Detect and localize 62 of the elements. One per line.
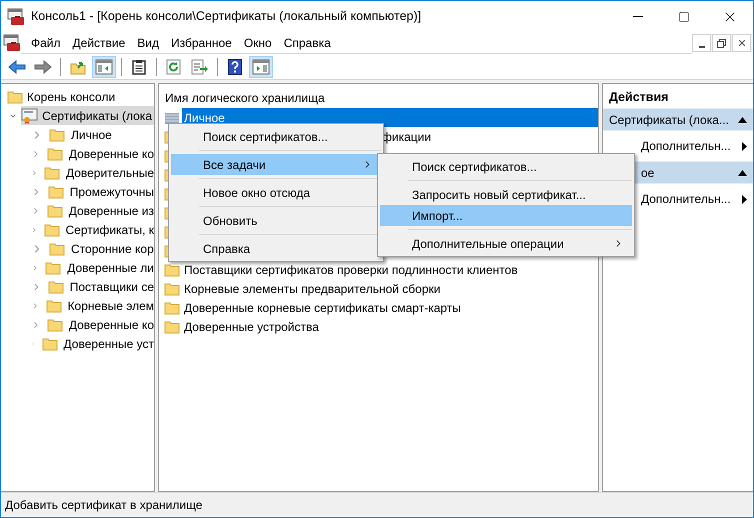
actions-section-header[interactable]: Сертификаты (лока... <box>603 108 753 131</box>
help-icon <box>228 58 242 74</box>
menu-item[interactable]: Обновить <box>171 210 381 231</box>
menu-item[interactable]: Импорт... <box>380 205 632 226</box>
restore-icon <box>717 38 726 48</box>
tree-item[interactable]: Сторонние кор <box>71 240 154 258</box>
tree-item[interactable]: Доверенные ли <box>67 258 154 276</box>
certificate-icon <box>21 108 40 124</box>
minimize-icon <box>698 46 704 48</box>
tree-item[interactable]: Доверенные ко <box>68 316 154 334</box>
mdi-minimize-button[interactable] <box>692 34 711 52</box>
menu-item[interactable]: Новое окно отсюда <box>171 182 381 203</box>
tree-item[interactable]: Сертификаты, к <box>66 220 154 238</box>
collapse-triangle-icon <box>738 116 747 122</box>
console-tree-icon <box>95 58 113 74</box>
tree-item[interactable]: Доверительные <box>66 164 154 182</box>
console-app-icon <box>7 8 25 26</box>
clipboard-icon <box>132 58 146 74</box>
tree-item[interactable]: Доверенные ко <box>68 144 154 162</box>
actions-title: Действия <box>608 88 670 106</box>
menu-item[interactable]: Справка <box>171 238 381 259</box>
menu-bar-item[interactable]: Файл <box>25 34 67 52</box>
list-row[interactable]: Доверенные устройства <box>182 317 598 336</box>
mdi-restore-button[interactable] <box>712 34 731 52</box>
submenu-triangle-icon <box>742 194 747 204</box>
tree-item[interactable]: Сертификаты (лока <box>21 106 154 125</box>
tree-item[interactable]: Личное <box>71 126 112 144</box>
tree-item[interactable]: Корневые элем <box>68 296 154 314</box>
export-list-icon <box>191 58 209 74</box>
tree-item[interactable]: Корень консоли <box>27 88 116 106</box>
list-row[interactable]: Личное <box>182 108 598 127</box>
menu-bar-item[interactable]: Справка <box>278 34 337 52</box>
window-title: Консоль1 - [Корень консоли\Сертификаты (локальный компьютер)] <box>31 8 422 26</box>
menu-bar-item[interactable]: Действие <box>66 34 132 52</box>
toolbar-button[interactable] <box>92 56 116 78</box>
toolbar-button[interactable] <box>249 56 273 78</box>
submenu-triangle-icon <box>742 142 747 150</box>
menu-item[interactable]: Дополнительные операции <box>380 233 632 254</box>
forward-arrow-icon <box>34 60 52 74</box>
action-pane-icon <box>252 58 270 74</box>
menu-bar-item[interactable]: Окно <box>238 34 278 52</box>
list-row[interactable]: Поставщики сертификатов проверки подлинности клиентов <box>182 260 598 279</box>
tree-item[interactable]: Поставщики се <box>70 278 154 296</box>
tree-item[interactable]: Доверенные уст <box>64 334 154 352</box>
maximize-icon <box>678 10 690 22</box>
document-icon <box>3 34 21 52</box>
status-text: Добавить сертификат в хранилище <box>5 497 202 514</box>
refresh-icon <box>166 58 182 74</box>
list-row[interactable]: Доверенные корневые сертификаты смарт-карты <box>182 298 598 317</box>
close-icon <box>736 38 746 48</box>
collapse-triangle-icon <box>738 170 747 176</box>
minimize-icon <box>633 16 643 17</box>
back-arrow-icon <box>8 60 26 74</box>
menu-item[interactable]: Поиск сертификатов... <box>171 126 381 147</box>
list-row[interactable]: фикации <box>382 128 432 146</box>
tree-item[interactable]: Доверенные из <box>68 202 154 220</box>
mdi-close-button[interactable] <box>732 34 751 52</box>
list-row[interactable]: Корневые элементы предварительной сборки <box>182 279 598 298</box>
menu-bar-item[interactable]: Избранное <box>165 34 238 52</box>
menu-bar-item[interactable]: Вид <box>131 34 165 52</box>
column-header[interactable]: Имя логического хранилища <box>159 88 598 108</box>
tree-item[interactable]: Промежуточны <box>70 182 154 200</box>
